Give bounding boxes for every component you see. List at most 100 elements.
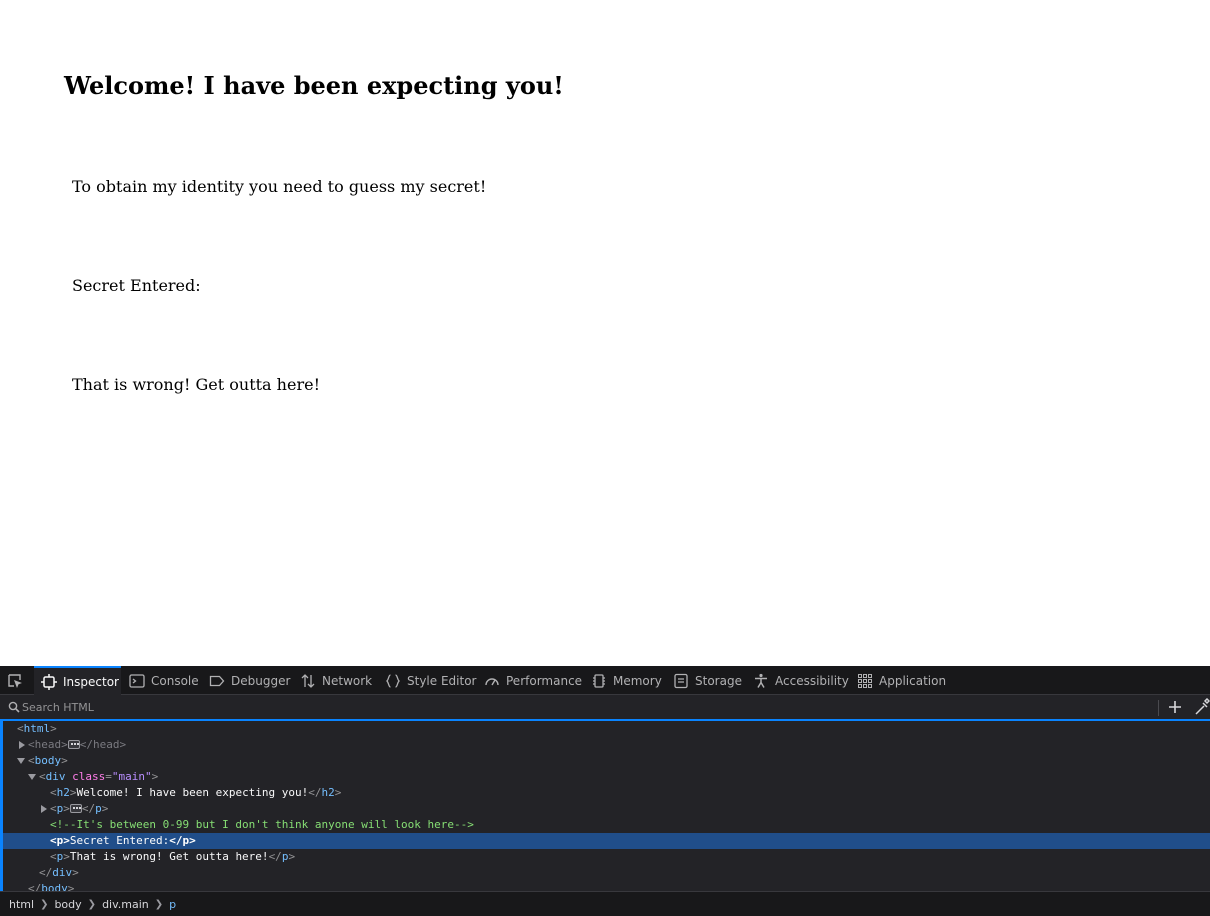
- search-html-input[interactable]: [22, 699, 1142, 715]
- markup-punct: >: [101, 802, 109, 815]
- eyedropper-button[interactable]: [1194, 697, 1210, 716]
- markup-line-div-close[interactable]: </div>: [3, 865, 1210, 881]
- markup-tag-name: p: [95, 802, 102, 815]
- chevron-right-icon: ❯: [40, 898, 49, 910]
- expand-p-toggle[interactable]: [41, 805, 47, 813]
- markup-line-head[interactable]: <head> </head>: [3, 737, 1210, 753]
- markup-search-bar: [0, 695, 1210, 721]
- tab-accessibility[interactable]: Accessibility: [746, 666, 856, 695]
- markup-punct: <: [50, 786, 57, 799]
- markup-punct: >: [288, 850, 296, 863]
- tab-performance[interactable]: Performance: [477, 666, 589, 695]
- tab-storage-label: Storage: [695, 673, 742, 688]
- markup-attr-value: "main": [111, 770, 152, 783]
- element-picker-icon: [8, 674, 22, 688]
- markup-tag-name: head: [34, 738, 62, 751]
- markup-punct: <: [28, 754, 35, 767]
- breadcrumb: html ❯ body ❯ div.main ❯ p: [0, 891, 1210, 916]
- tab-debugger-label: Debugger: [231, 673, 291, 688]
- tab-inspector[interactable]: Inspector: [34, 666, 121, 695]
- memory-icon: [593, 673, 605, 688]
- tab-storage[interactable]: Storage: [666, 666, 749, 695]
- markup-tag-name: body: [41, 882, 68, 891]
- tab-debugger[interactable]: Debugger: [202, 666, 297, 695]
- tab-application[interactable]: Application: [850, 666, 953, 695]
- markup-tag-name: h2: [321, 786, 335, 799]
- eyedropper-icon: [1195, 697, 1210, 715]
- collapse-body-toggle[interactable]: [17, 758, 25, 764]
- collapsed-ellipsis-icon[interactable]: [69, 804, 82, 813]
- tab-accessibility-label: Accessibility: [775, 673, 849, 688]
- performance-icon: [485, 677, 499, 685]
- markup-text-node: That is wrong! Get outta here!: [69, 850, 269, 863]
- markup-comment: <!--It's between 0-99 but I don't think …: [50, 818, 474, 831]
- breadcrumb-item-html[interactable]: html: [9, 898, 34, 911]
- chevron-right-icon: ❯: [87, 898, 97, 910]
- tab-network[interactable]: Network: [293, 666, 379, 695]
- markup-punct: >: [72, 866, 79, 879]
- plus-icon: [1169, 701, 1181, 713]
- breadcrumb-item-p[interactable]: p: [169, 898, 176, 911]
- markup-punct: <: [39, 770, 46, 783]
- markup-tag-name: div: [45, 770, 66, 783]
- markup-line-html[interactable]: <html>: [3, 721, 1210, 737]
- collapsed-ellipsis-icon[interactable]: [67, 740, 80, 749]
- markup-punct: </: [169, 834, 183, 847]
- element-picker-button[interactable]: [6, 672, 26, 690]
- markup-line-p-wrong[interactable]: <p>That is wrong! Get outta here!</p>: [3, 849, 1210, 865]
- application-icon: [858, 673, 872, 688]
- expand-head-toggle[interactable]: [19, 741, 25, 749]
- markup-attr-name: class: [72, 770, 106, 783]
- markup-line-body-close[interactable]: </body>: [3, 881, 1210, 891]
- markup-line-h2[interactable]: <h2>Welcome! I have been expecting you!<…: [3, 785, 1210, 801]
- markup-view: <html> <head> </head> <body> <div class="…: [0, 721, 1210, 891]
- markup-punct: </: [81, 802, 96, 815]
- markup-punct: >: [119, 738, 127, 751]
- devtools-toolbar: Inspector Console Debugger Network Style…: [0, 666, 1210, 695]
- markup-text-node: Welcome! I have been expecting you!: [76, 786, 309, 799]
- markup-punct: </: [28, 882, 42, 891]
- markup-tag-name: head: [93, 738, 120, 751]
- markup-punct: >: [63, 802, 70, 815]
- markup-punct: <: [50, 850, 57, 863]
- markup-line-p-collapsed[interactable]: <p> </p>: [3, 801, 1210, 817]
- markup-punct: >: [50, 722, 57, 735]
- search-icon: [8, 701, 20, 713]
- markup-tag-name: h2: [56, 786, 70, 799]
- markup-punct: >: [67, 882, 75, 891]
- markup-line-comment[interactable]: <!--It's between 0-99 but I don't think …: [3, 817, 1210, 833]
- markup-punct: >: [63, 850, 70, 863]
- tab-style-editor[interactable]: Style Editor: [378, 666, 483, 695]
- markup-punct: </: [79, 738, 93, 751]
- tab-console-label: Console: [151, 673, 199, 688]
- inspector-icon: [41, 673, 57, 690]
- tab-inspector-label: Inspector: [63, 674, 119, 689]
- markup-punct: >: [334, 786, 342, 799]
- markup-tag-name: body: [34, 754, 62, 767]
- markup-line-div-main[interactable]: <div class="main">: [3, 769, 1210, 785]
- markup-line-body[interactable]: <body>: [3, 753, 1210, 769]
- web-page: Welcome! I have been expecting you! To o…: [0, 0, 1210, 666]
- markup-punct: >: [61, 738, 68, 751]
- collapse-div-toggle[interactable]: [28, 774, 36, 780]
- markup-line-p-selected[interactable]: <p>Secret Entered:</p>: [3, 833, 1210, 849]
- markup-punct: =: [105, 770, 112, 783]
- breadcrumb-item-body[interactable]: body: [54, 898, 81, 911]
- result-paragraph: That is wrong! Get outta here!: [72, 375, 320, 394]
- devtools-panel: Inspector Console Debugger Network Style…: [0, 666, 1210, 916]
- page-heading: Welcome! I have been expecting you!: [64, 71, 564, 100]
- tab-application-label: Application: [879, 673, 947, 688]
- debugger-icon: [209, 675, 225, 686]
- tab-console[interactable]: Console: [122, 666, 206, 695]
- markup-punct: >: [189, 834, 196, 847]
- tab-memory[interactable]: Memory: [584, 666, 669, 695]
- network-icon: [301, 673, 315, 688]
- tab-memory-label: Memory: [613, 673, 662, 688]
- markup-punct: >: [63, 834, 70, 847]
- console-icon: [129, 673, 145, 688]
- intro-paragraph: To obtain my identity you need to guess …: [72, 177, 487, 196]
- markup-punct: <: [50, 834, 57, 847]
- breadcrumb-item-div-main[interactable]: div.main: [102, 898, 149, 911]
- add-node-button[interactable]: [1166, 698, 1184, 716]
- markup-tag-name: div: [52, 866, 73, 879]
